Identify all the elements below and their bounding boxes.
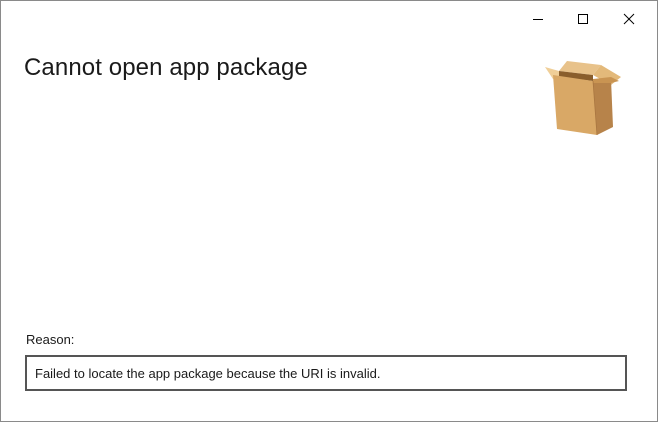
maximize-button[interactable] <box>560 1 606 37</box>
reason-label: Reason: <box>26 332 75 347</box>
minimize-button[interactable] <box>515 1 561 37</box>
minimize-icon <box>533 19 543 20</box>
reason-text: Failed to locate the app package because… <box>35 366 381 381</box>
maximize-icon <box>578 14 588 24</box>
dialog-title: Cannot open app package <box>24 54 308 81</box>
reason-field[interactable]: Failed to locate the app package because… <box>25 355 627 391</box>
app-installer-window: Cannot open app package Reason: Failed t… <box>0 0 658 422</box>
close-button[interactable] <box>606 1 652 37</box>
package-box-icon <box>541 55 625 139</box>
close-icon <box>623 13 635 25</box>
